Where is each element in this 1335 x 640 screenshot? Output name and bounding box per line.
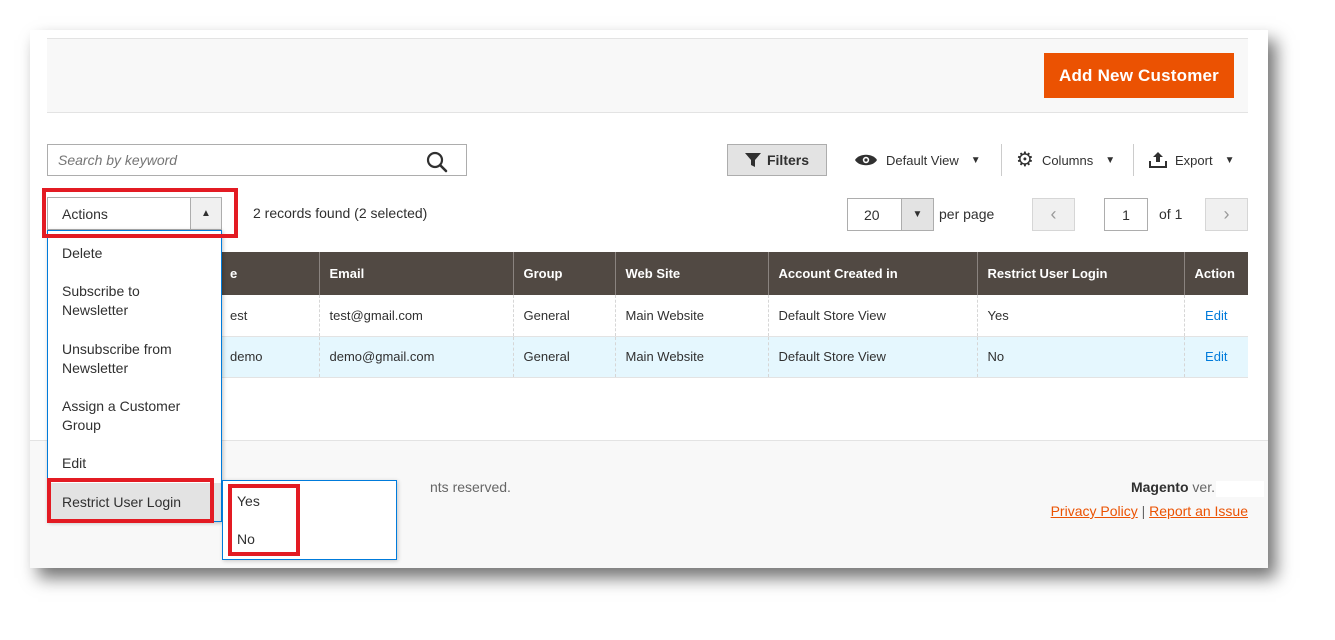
copyright-text: nts reserved.	[430, 479, 511, 495]
link-separator: |	[1141, 503, 1146, 519]
total-pages-label: of 1	[1159, 206, 1183, 222]
menu-item-unsubscribe-newsletter[interactable]: Unsubscribe from Newsletter	[48, 340, 188, 378]
magento-brand: Magento	[1130, 479, 1189, 495]
filters-button[interactable]: Filters	[727, 144, 827, 176]
menu-item-delete[interactable]: Delete	[48, 244, 221, 263]
page-number-input[interactable]: 1	[1104, 198, 1148, 231]
highlight-box-restrict	[47, 478, 214, 523]
admin-panel: Add New Customer Filters Default View ▼ …	[30, 30, 1268, 568]
highlight-box-submenu	[228, 484, 300, 556]
chevron-down-icon: ▼	[912, 209, 923, 220]
report-issue-link[interactable]: Report an Issue	[1149, 503, 1248, 519]
column-header-action: Action	[1183, 252, 1248, 295]
chevron-down-icon: ▼	[1105, 154, 1116, 166]
columns-label: Columns	[1041, 152, 1094, 168]
column-header-website[interactable]: Web Site	[614, 252, 768, 295]
previous-page-button[interactable]: ‹	[1032, 198, 1075, 231]
cell-group: General	[512, 336, 615, 378]
cell-created-in: Default Store View	[767, 295, 977, 337]
toolbar-divider	[1133, 144, 1134, 176]
table-row[interactable]: est test@gmail.com General Main Website …	[47, 295, 1248, 337]
export-label: Export	[1175, 152, 1213, 168]
chevron-down-icon: ▼	[970, 154, 981, 166]
cell-restrict: Yes	[976, 295, 1184, 337]
toolbar-divider	[1001, 144, 1002, 176]
edit-link[interactable]: Edit	[1205, 349, 1227, 364]
chevron-down-icon: ▼	[1224, 154, 1235, 166]
add-new-customer-button[interactable]: Add New Customer	[1044, 53, 1234, 98]
privacy-policy-link[interactable]: Privacy Policy	[1051, 503, 1138, 519]
search-input[interactable]	[48, 145, 408, 175]
grid-header-row: e Email Group Web Site Account Created i…	[47, 252, 1248, 295]
view-label: Default View	[886, 152, 959, 168]
next-page-button[interactable]: ›	[1205, 198, 1248, 231]
eye-icon	[855, 154, 877, 166]
cell-email: demo@gmail.com	[318, 336, 513, 378]
version-redaction	[1216, 481, 1264, 497]
cell-email: test@gmail.com	[318, 295, 513, 337]
chevron-right-icon: ›	[1223, 204, 1230, 224]
export-control[interactable]: Export ▼	[1149, 144, 1234, 176]
cell-website: Main Website	[614, 336, 768, 378]
records-found: 2 records found (2 selected)	[253, 205, 428, 221]
column-header-email[interactable]: Email	[318, 252, 513, 295]
column-header-account-created[interactable]: Account Created in	[767, 252, 977, 295]
cell-action: Edit	[1183, 336, 1248, 378]
menu-item-edit[interactable]: Edit	[48, 454, 221, 473]
funnel-icon	[744, 153, 761, 167]
columns-control[interactable]: ⚙ Columns ▼	[1016, 144, 1115, 176]
per-page-label: per page	[939, 206, 995, 222]
menu-item-subscribe-newsletter[interactable]: Subscribe to Newsletter	[48, 282, 188, 320]
filters-label: Filters	[766, 152, 809, 168]
page-actions-bar: Add New Customer	[47, 38, 1248, 113]
cell-created-in: Default Store View	[767, 336, 977, 378]
edit-link[interactable]: Edit	[1205, 308, 1227, 323]
magento-version: Magento ver.	[1131, 479, 1215, 495]
per-page-select[interactable]: 20 ▼	[847, 198, 934, 231]
view-switcher[interactable]: Default View ▼	[854, 144, 981, 176]
gear-icon: ⚙	[1016, 149, 1034, 171]
highlight-box-actions	[42, 188, 238, 238]
column-header-restrict-login[interactable]: Restrict User Login	[976, 252, 1184, 295]
menu-item-assign-group[interactable]: Assign a Customer Group	[48, 397, 198, 435]
per-page-toggle[interactable]: ▼	[901, 199, 933, 230]
version-prefix: ver.	[1192, 479, 1215, 495]
per-page-value: 20	[864, 207, 880, 223]
cell-group: General	[512, 295, 615, 337]
cell-restrict: No	[976, 336, 1184, 378]
cell-action: Edit	[1183, 295, 1248, 337]
search-icon[interactable]	[426, 151, 448, 173]
chevron-left-icon: ‹	[1050, 204, 1057, 224]
table-row[interactable]: demo demo@gmail.com General Main Website…	[47, 336, 1248, 378]
column-header-group[interactable]: Group	[512, 252, 615, 295]
keyword-search	[47, 144, 467, 176]
upload-icon	[1149, 152, 1167, 168]
customers-grid: e Email Group Web Site Account Created i…	[47, 252, 1248, 378]
cell-website: Main Website	[614, 295, 768, 337]
footer-links: Privacy Policy | Report an Issue	[1051, 503, 1248, 519]
